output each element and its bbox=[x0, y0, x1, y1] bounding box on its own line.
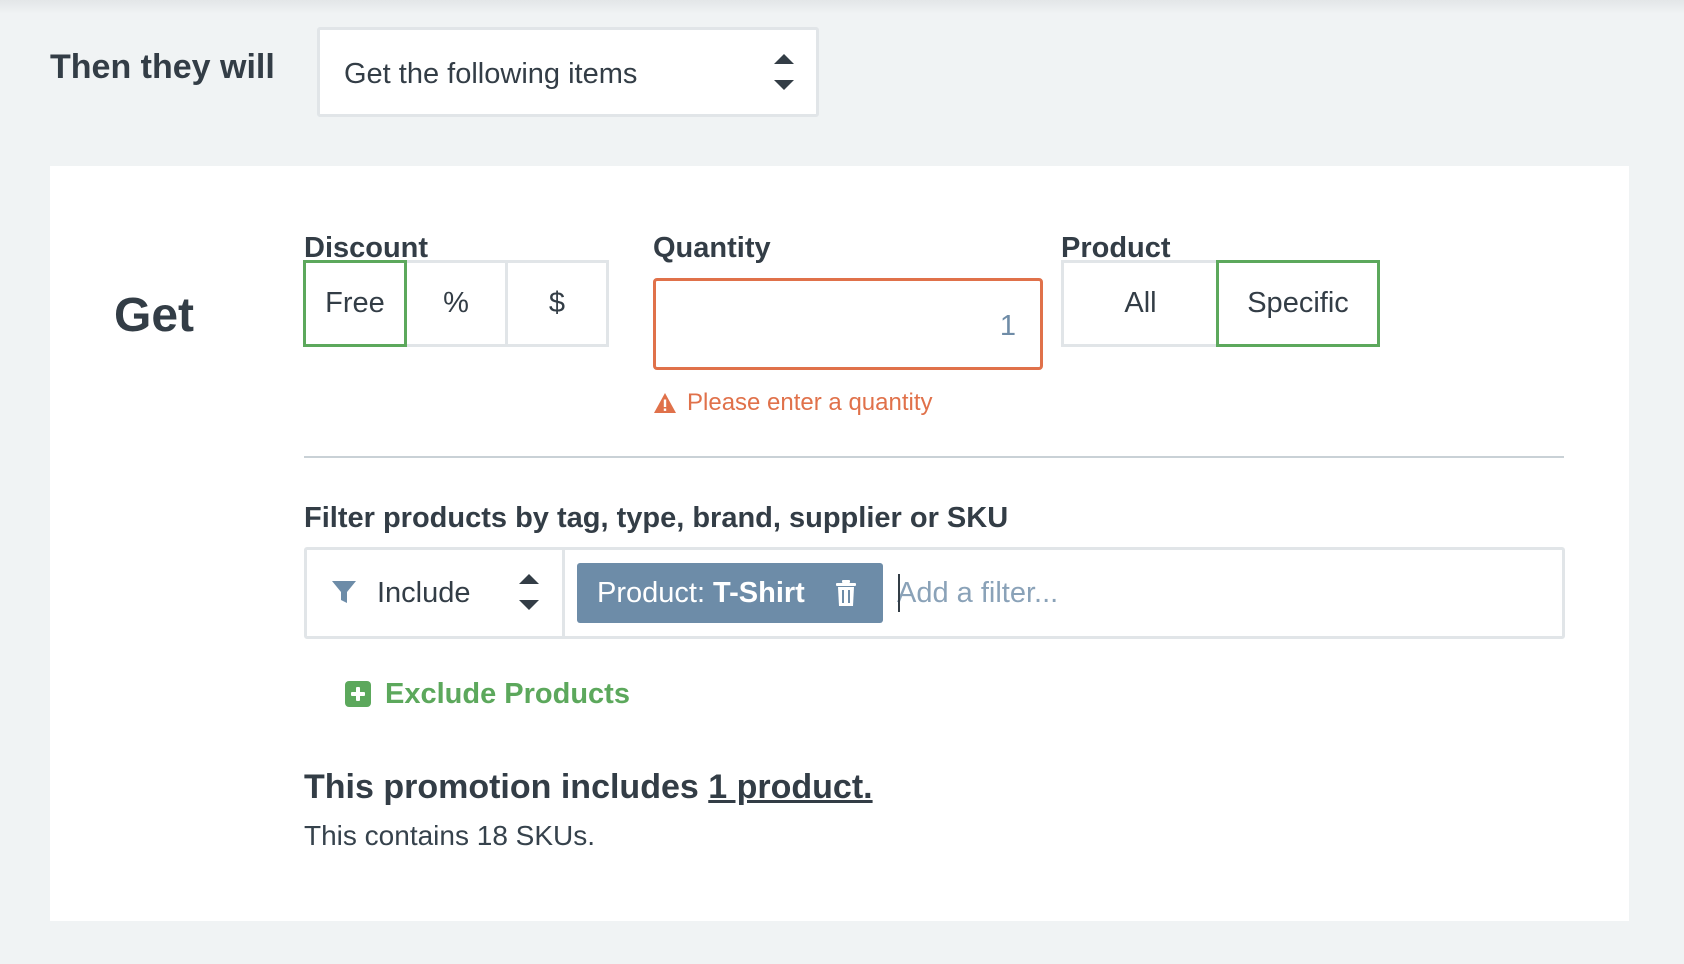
text-caret bbox=[898, 574, 900, 612]
quantity-error: Please enter a quantity bbox=[653, 388, 933, 418]
rule-action-value: Get the following items bbox=[344, 58, 638, 90]
funnel-icon bbox=[332, 581, 356, 603]
add-filter-input[interactable] bbox=[897, 568, 1497, 618]
filter-tag-key: Product: bbox=[597, 576, 705, 609]
include-value: Include bbox=[377, 577, 471, 609]
select-arrows-icon bbox=[774, 50, 794, 94]
promotion-editor: Then they will Get the following items G… bbox=[0, 0, 1684, 964]
quantity-label: Quantity bbox=[653, 232, 771, 264]
plus-icon bbox=[345, 681, 371, 707]
product-all-button[interactable]: All bbox=[1061, 260, 1220, 347]
warning-icon bbox=[654, 393, 676, 413]
product-specific-button[interactable]: Specific bbox=[1216, 260, 1380, 347]
discount-percent-button[interactable]: % bbox=[404, 260, 508, 347]
filter-tag: Product: T-Shirt bbox=[577, 563, 883, 623]
summary-prefix: This promotion includes bbox=[304, 768, 699, 806]
discount-dollar-button[interactable]: $ bbox=[505, 260, 609, 347]
exclude-products-button[interactable]: Exclude Products bbox=[345, 674, 630, 714]
get-title: Get bbox=[114, 289, 195, 342]
select-arrows-icon bbox=[519, 570, 539, 614]
exclude-products-label: Exclude Products bbox=[385, 677, 630, 710]
header-shadow bbox=[0, 0, 1684, 14]
rule-action-select[interactable]: Get the following items bbox=[317, 27, 819, 117]
trash-icon[interactable] bbox=[835, 579, 857, 607]
filter-label: Filter products by tag, type, brand, sup… bbox=[304, 502, 1009, 534]
product-count-link[interactable]: 1 product. bbox=[708, 768, 872, 806]
quantity-value: 1 bbox=[999, 310, 1016, 342]
filter-box: Include Product: T-Shirt bbox=[304, 547, 1565, 639]
rule-label: Then they will bbox=[50, 48, 275, 86]
promotion-summary: This promotion includes 1 product. bbox=[304, 768, 873, 807]
get-card: Get Discount Free % $ Quantity 1 Please … bbox=[50, 166, 1629, 921]
include-select[interactable]: Include bbox=[307, 550, 565, 636]
sku-count-text: This contains 18 SKUs. bbox=[304, 820, 596, 851]
filter-tag-value: T-Shirt bbox=[713, 576, 805, 609]
quantity-error-text: Please enter a quantity bbox=[687, 389, 933, 416]
quantity-input[interactable]: 1 bbox=[653, 278, 1043, 370]
discount-free-button[interactable]: Free bbox=[303, 260, 407, 347]
section-divider bbox=[304, 456, 1564, 458]
